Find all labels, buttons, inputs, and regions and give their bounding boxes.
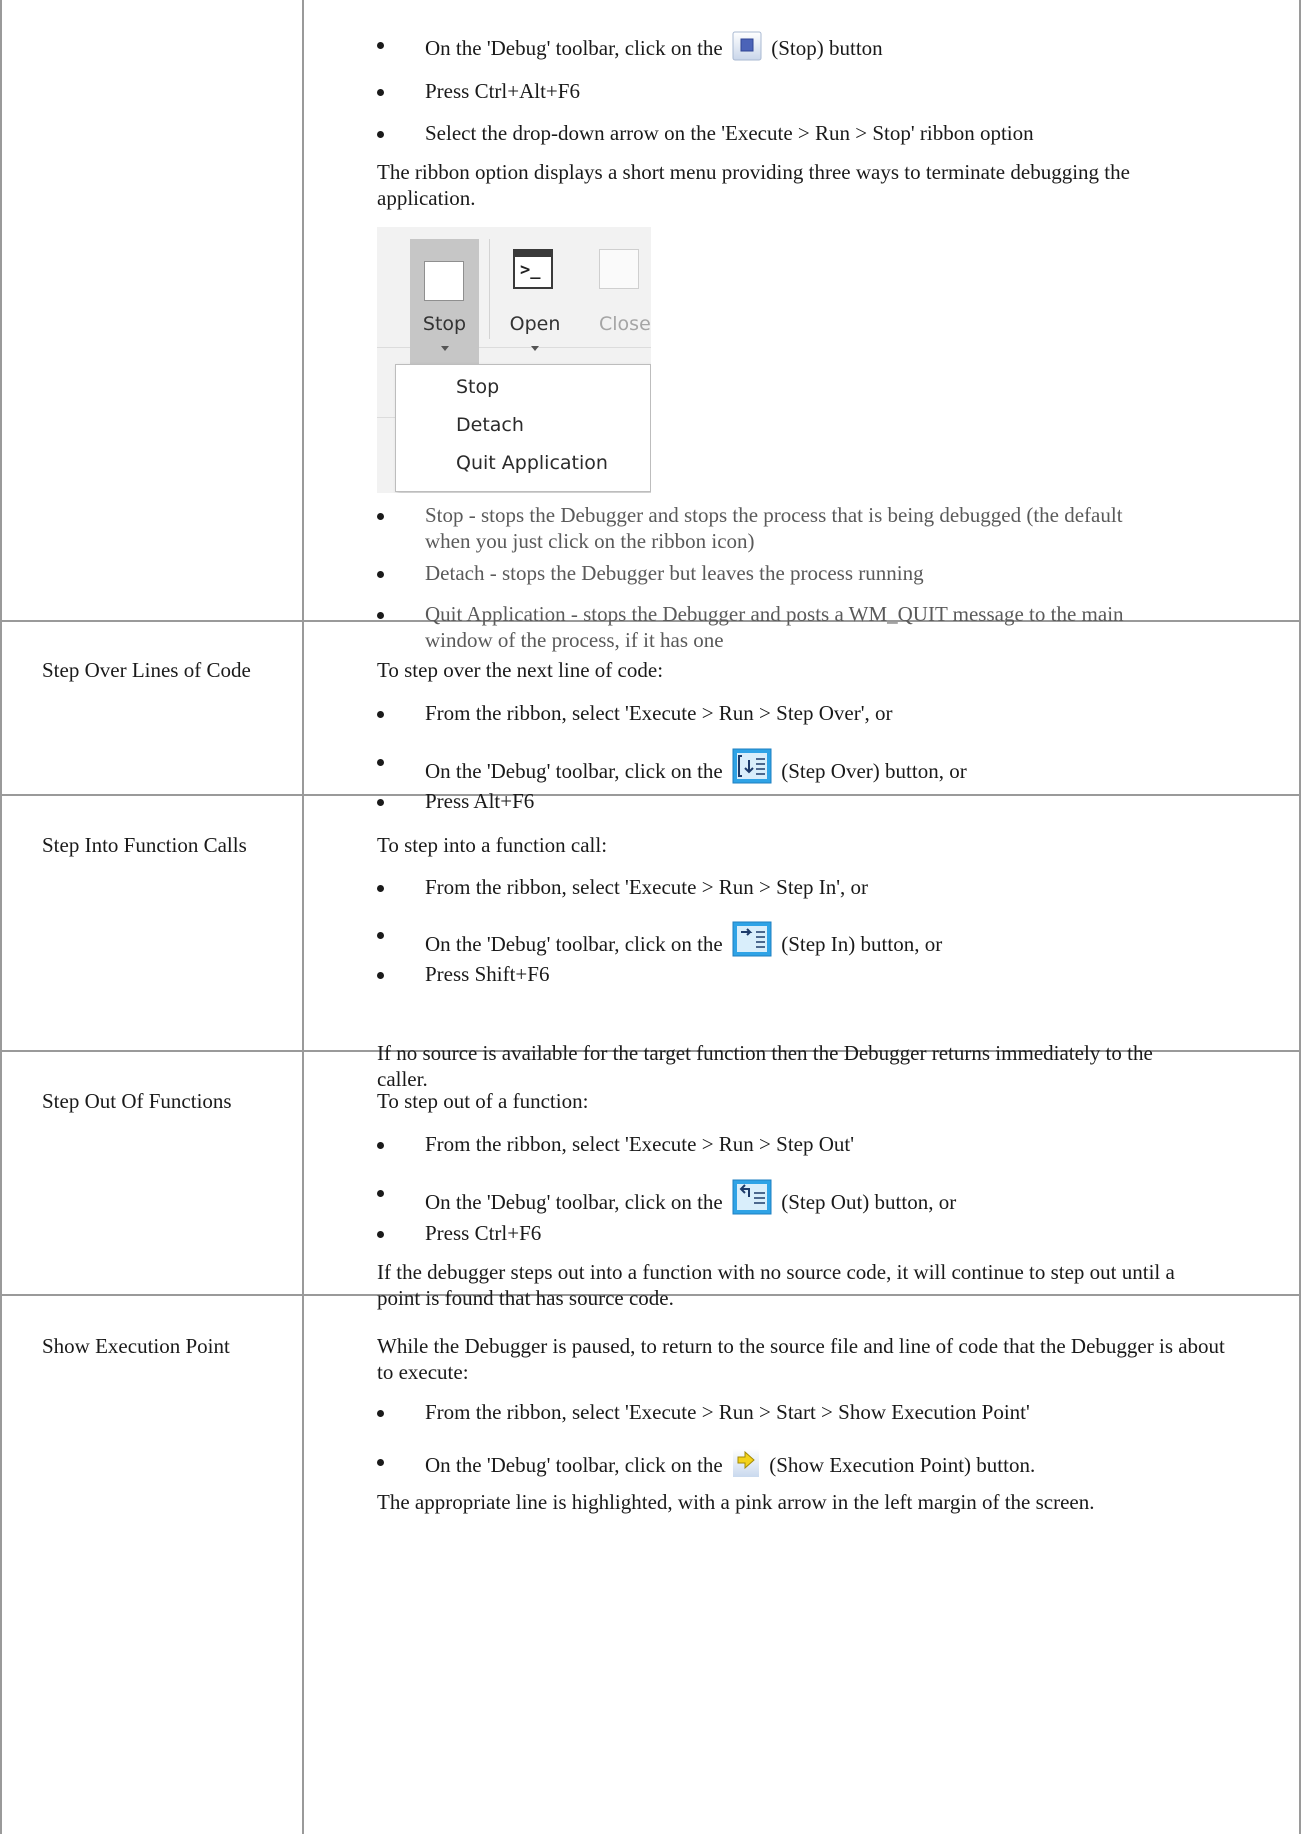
row-label: Show Execution Point [42,1334,230,1358]
menu-item-stop[interactable]: Stop [456,376,499,398]
ribbon-screenshot: Stop >_ Open Close Stop Detach Quit Appl… [377,227,651,493]
bullet-text: Detach - stops the Debugger but leaves t… [425,561,924,585]
close-ribbon-icon [599,249,639,289]
console-icon[interactable]: >_ [513,249,553,289]
stop-dropdown-menu: Stop Detach Quit Application [395,364,651,492]
table-column-divider [302,0,304,1834]
menu-item-detach[interactable]: Detach [456,414,524,436]
bullet-text: Press Alt+F6 [425,789,535,813]
bullet-text: On the 'Debug' toolbar, click on the [425,932,723,956]
row-label: Step Into Function Calls [42,833,247,857]
row-intro: To step into a function call: [377,833,608,857]
bullet-text: Press Ctrl+Alt+F6 [425,79,580,103]
bullet-text: On the 'Debug' toolbar, click on the [425,36,723,60]
stop-ribbon-label: Stop [422,313,467,335]
bullet-text: (Show Execution Point) button. [769,1453,1036,1477]
bullet-text: Stop - stops the Debugger and stops the … [425,503,1123,553]
bullet-text: (Stop) button [771,36,883,60]
stop-ribbon-icon [424,261,464,301]
row-intro: While the Debugger is paused, to return … [377,1334,1225,1384]
bullet-text: (Step In) button, or [781,932,943,956]
menu-item-quit-application[interactable]: Quit Application [456,452,608,474]
bullet-text: (Step Out) button, or [781,1190,957,1214]
show-execution-point-icon [732,1448,760,1484]
bullet-text: Quit Application - stops the Debugger an… [425,602,1124,652]
bullet-text: From the ribbon, select 'Execute > Run >… [425,701,893,725]
chevron-down-icon[interactable] [531,346,539,351]
bullet-text: Press Shift+F6 [425,962,550,986]
step-over-icon [732,748,772,790]
row-intro: To step over the next line of code: [377,658,664,682]
bullet-text: From the ribbon, select 'Execute > Run >… [425,1132,855,1156]
bullet-text: Press Ctrl+F6 [425,1221,542,1245]
bullet-text: From the ribbon, select 'Execute > Run >… [425,1400,1030,1424]
document-table: On the 'Debug' toolbar, click on the (St… [0,0,1301,1834]
row-label: Step Over Lines of Code [42,658,251,682]
bullet-text: On the 'Debug' toolbar, click on the [425,1453,723,1477]
step-out-icon [732,1179,772,1221]
step-in-icon [732,921,772,963]
stop-ribbon-button[interactable]: Stop [410,239,479,369]
bullet-text: On the 'Debug' toolbar, click on the [425,759,723,783]
row-intro: To step out of a function: [377,1089,589,1113]
bullet-text: From the ribbon, select 'Execute > Run >… [425,875,868,899]
row-note: The appropriate line is highlighted, wit… [377,1490,1095,1514]
stop-icon [732,31,762,67]
open-ribbon-label[interactable]: Open [500,313,570,335]
bullet-text: Select the drop-down arrow on the 'Execu… [425,121,1034,145]
row-note: If no source is available for the target… [377,1041,1153,1091]
bullet-text: (Step Over) button, or [781,759,967,783]
row-note: If the debugger steps out into a functio… [377,1260,1175,1310]
row-label: Step Out Of Functions [42,1089,232,1113]
row-divider [0,794,1301,796]
table-right-border [1299,0,1301,1834]
chevron-down-icon[interactable] [441,346,449,351]
table-left-border [0,0,2,1834]
paragraph: The ribbon option displays a short menu … [377,160,1130,210]
bullet-text: On the 'Debug' toolbar, click on the [425,1190,723,1214]
close-ribbon-label: Close [599,313,651,335]
